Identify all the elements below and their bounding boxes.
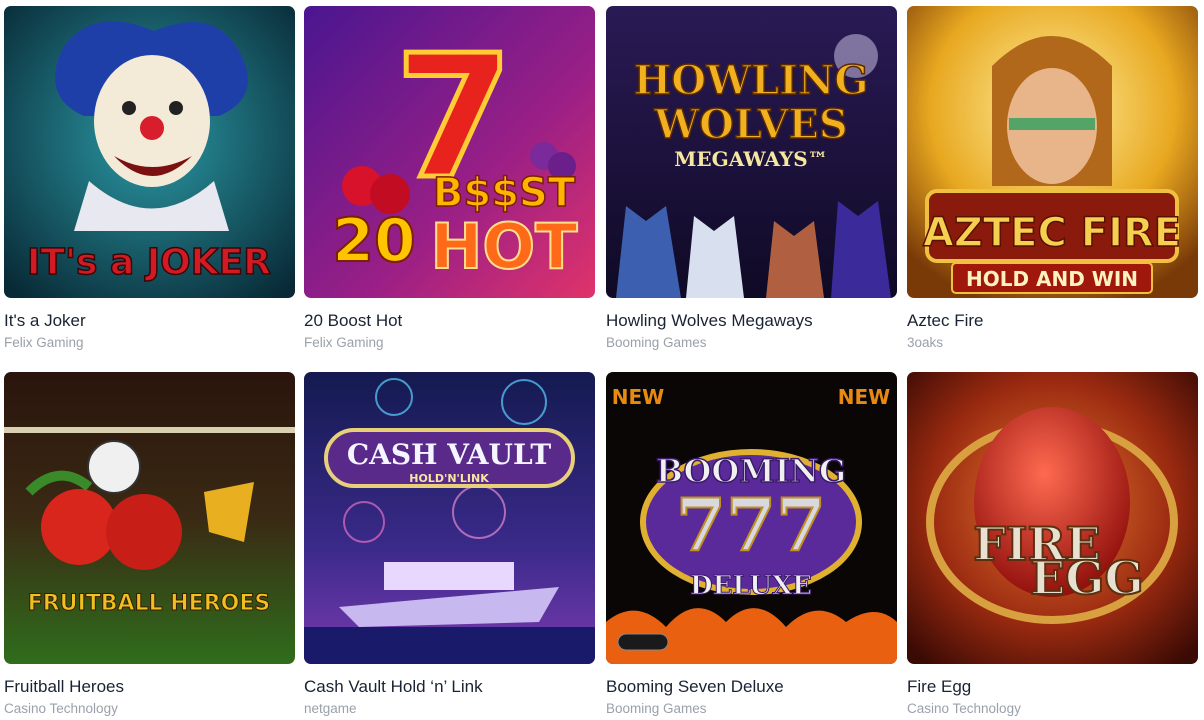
game-title[interactable]: Aztec Fire — [907, 311, 984, 331]
wolves-art: HOWLING WOLVES MEGAWAYS™ — [606, 6, 897, 298]
game-provider: Felix Gaming — [4, 335, 84, 350]
game-thumbnail[interactable]: FRUITBALL HEROES — [4, 372, 295, 664]
boost-hot-text: HOT — [431, 210, 578, 283]
joker-logo-text: IT's a JOKER — [27, 242, 271, 283]
game-title[interactable]: Booming Seven Deluxe — [606, 677, 784, 697]
game-provider: Casino Technology — [907, 701, 1021, 716]
new-badge-left-text: NEW — [612, 385, 664, 409]
fire-egg-art: FIRE EGG — [907, 372, 1198, 664]
booming-sevens-text: 777 — [676, 482, 826, 567]
game-title[interactable]: It's a Joker — [4, 311, 86, 331]
wolves-line1-text: HOWLING — [633, 57, 868, 104]
game-card[interactable]: CASH VAULT HOLD'N'LINK Cash Vault Hold ‘… — [304, 372, 595, 716]
game-grid: IT's a JOKER It's a Joker Felix Gaming 7… — [4, 6, 1200, 720]
aztec-art: AZTEC FIRE HOLD AND WIN — [907, 6, 1198, 298]
vault-title-text: CASH VAULT — [347, 438, 552, 471]
game-thumbnail[interactable]: NEW NEW BOOMING 777 DELUXE — [606, 372, 897, 664]
game-card[interactable]: IT's a JOKER It's a Joker Felix Gaming — [4, 6, 295, 350]
game-provider: Felix Gaming — [304, 335, 384, 350]
game-thumbnail[interactable]: AZTEC FIRE HOLD AND WIN — [907, 6, 1198, 298]
game-card[interactable]: FRUITBALL HEROES Fruitball Heroes Casino… — [4, 372, 295, 716]
game-provider: Booming Games — [606, 701, 707, 716]
game-title[interactable]: Cash Vault Hold ‘n’ Link — [304, 677, 483, 697]
game-card[interactable]: FIRE EGG Fire Egg Casino Technology — [907, 372, 1198, 716]
fruitball-logo-text: FRUITBALL HEROES — [28, 591, 270, 616]
game-provider: Booming Games — [606, 335, 707, 350]
wolves-line2-text: WOLVES — [653, 101, 848, 148]
game-card[interactable]: AZTEC FIRE HOLD AND WIN Aztec Fire 3oaks — [907, 6, 1198, 350]
game-provider: Casino Technology — [4, 701, 118, 716]
game-provider: 3oaks — [907, 335, 944, 350]
booming-deluxe-text: DELUXE — [690, 571, 812, 601]
vault-subtitle-text: HOLD'N'LINK — [409, 472, 489, 485]
game-card[interactable]: HOWLING WOLVES MEGAWAYS™ Howling Wolves … — [606, 6, 897, 350]
game-thumbnail[interactable]: FIRE EGG — [907, 372, 1198, 664]
game-thumbnail[interactable]: IT's a JOKER — [4, 6, 295, 298]
aztec-subtitle-text: HOLD AND WIN — [966, 267, 1138, 291]
fire-egg-line2-text: EGG — [1030, 551, 1144, 605]
game-title[interactable]: Fire Egg — [907, 677, 971, 697]
game-provider: netgame — [304, 701, 357, 716]
game-thumbnail[interactable]: CASH VAULT HOLD'N'LINK — [304, 372, 595, 664]
game-title[interactable]: Howling Wolves Megaways — [606, 311, 813, 331]
fruitball-art: FRUITBALL HEROES — [4, 372, 295, 664]
boost-twenty-text: 20 — [332, 206, 416, 276]
aztec-title-text: AZTEC FIRE — [923, 210, 1181, 256]
game-title[interactable]: 20 Boost Hot — [304, 311, 402, 331]
boost-hot-art: 7 B$$ST 20 HOT — [304, 6, 595, 298]
game-title[interactable]: Fruitball Heroes — [4, 677, 124, 697]
game-thumbnail[interactable]: 7 B$$ST 20 HOT — [304, 6, 595, 298]
wolves-megaways-text: MEGAWAYS™ — [674, 147, 827, 171]
joker-art: IT's a JOKER — [4, 6, 295, 298]
booming-seven-art: NEW NEW BOOMING 777 DELUXE — [606, 372, 897, 664]
new-badge-right-text: NEW — [838, 385, 890, 409]
game-thumbnail[interactable]: HOWLING WOLVES MEGAWAYS™ — [606, 6, 897, 298]
game-card[interactable]: NEW NEW BOOMING 777 DELUXE Booming Seven… — [606, 372, 897, 716]
cash-vault-art: CASH VAULT HOLD'N'LINK — [304, 372, 595, 664]
game-card[interactable]: 7 B$$ST 20 HOT 20 Boost Hot Felix Gaming — [304, 6, 595, 350]
